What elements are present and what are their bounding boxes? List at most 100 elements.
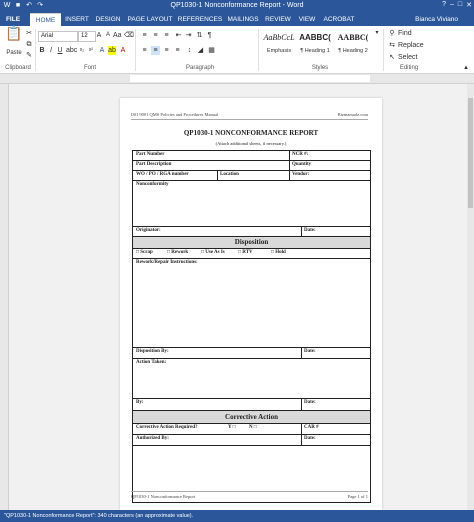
shrink-font-icon[interactable]: A [104,31,112,40]
replace-icon[interactable]: ⇆ [388,41,396,50]
wo-po-rga-label: WO / PO / RGA number [136,172,189,177]
styles-group-label: Styles [311,65,329,71]
clear-formatting-icon[interactable]: ⌫ [124,31,134,40]
tab-design[interactable]: DESIGN [93,13,123,26]
by-label: By: [136,400,144,405]
nonconformance-form: Part Number NCR #: Part Description Quan… [132,150,371,503]
font-size-select[interactable]: 12 [78,31,96,42]
sort-icon[interactable]: ⇅ [195,31,204,40]
increase-indent-icon[interactable]: ⇥ [184,31,193,40]
align-left-icon[interactable]: ≡ [140,46,149,55]
authorized-date-label: Date: [304,436,316,441]
authorized-by-label: Authorized By: [136,436,169,441]
show-marks-icon[interactable]: ¶ [205,31,214,40]
disp-option-rtv[interactable]: □ RTV [238,250,253,255]
find-icon[interactable]: ⚲ [388,29,396,38]
change-case-icon[interactable]: Aa [113,31,122,40]
action-taken-label: Action Taken: [136,360,167,365]
bullets-icon[interactable]: ≡ [140,31,149,40]
disp-option-hold[interactable]: □ Hold [271,250,286,255]
disposition-heading: Disposition [133,237,370,248]
paste-button[interactable]: Paste [4,49,24,58]
ca-yes-checkbox[interactable]: Y □ [228,425,236,430]
style-heading-1[interactable]: AABBC( ¶ Heading 1 [298,29,332,59]
italic-icon[interactable]: I [47,46,55,55]
disposition-date-label: Date: [304,349,316,354]
document-subtitle: (Attach additional sheets, if necessary.… [215,141,287,146]
tab-review[interactable]: REVIEW [263,13,293,26]
collapse-ribbon-icon[interactable]: ▲ [462,64,470,73]
originator-label: Originator: [136,228,161,233]
copy-icon[interactable]: ⧉ [25,40,33,49]
styles-more-icon[interactable]: ▾ [373,29,381,38]
tab-view[interactable]: VIEW [295,13,319,26]
bold-icon[interactable]: B [38,46,46,55]
window-title: QP1030-1 Nonconformance Report - Word [170,2,304,9]
location-label: Location [220,172,239,177]
status-text: "QP1030-1 Nonconformance Report": 340 ch… [4,513,194,519]
maximize-button[interactable]: □ [458,1,462,9]
style-name: ¶ Heading 1 [300,48,330,54]
part-description-label: Part Description [136,162,172,167]
disp-option-use-as-is[interactable]: □ Use As Is [201,250,225,255]
multilevel-list-icon[interactable]: ≡ [162,31,171,40]
align-right-icon[interactable]: ≡ [162,46,171,55]
originator-date-label: Date: [304,228,316,233]
decrease-indent-icon[interactable]: ⇤ [174,31,183,40]
ribbon-tabs: FILE HOME INSERT DESIGN PAGE LAYOUT REFE… [0,13,474,27]
superscript-icon[interactable]: x² [87,46,95,55]
find-button[interactable]: Find [398,29,428,38]
user-name[interactable]: Bianca Viviano [415,13,458,26]
tab-references[interactable]: REFERENCES [177,13,223,26]
style-sample: AaBbCcL [263,33,295,42]
replace-button[interactable]: Replace [398,41,432,50]
footer-right: Page 1 of 1 [347,494,368,499]
minimize-button[interactable]: – [450,1,454,9]
quantity-label: Quantity [292,162,312,167]
format-painter-icon[interactable]: ✎ [25,51,33,60]
borders-icon[interactable]: ▦ [207,46,216,55]
nonconformity-label: Nonconformity [136,182,169,187]
tab-acrobat[interactable]: ACROBAT [322,13,356,26]
select-icon[interactable]: ↖ [388,53,396,62]
numbering-icon[interactable]: ≡ [151,31,160,40]
style-emphasis[interactable]: AaBbCcL Emphasis [262,29,296,59]
text-effects-icon[interactable]: A [98,46,106,55]
ribbon: 📋 Paste ✂ ⧉ ✎ Clipboard Arial 12 A A Aa … [0,26,474,74]
car-label: CAR # [304,425,319,430]
highlight-icon[interactable]: ab [108,46,116,55]
vertical-ruler[interactable] [0,84,9,510]
select-button[interactable]: Select [398,53,428,62]
tab-insert[interactable]: INSERT [63,13,91,26]
font-color-icon[interactable]: A [119,46,127,55]
font-group-label: Font [83,65,96,71]
disp-option-rework[interactable]: □ Rework [167,250,188,255]
grow-font-icon[interactable]: A [95,31,103,40]
style-heading-2[interactable]: AABBC( ¶ Heading 2 [336,29,370,59]
document-page[interactable]: ISO 9001 QMS Policies and Procedures Man… [120,98,382,510]
tab-home[interactable]: HOME [30,13,61,27]
close-button[interactable]: ✕ [466,1,472,9]
justify-icon[interactable]: ≡ [173,46,182,55]
shading-icon[interactable]: ◢ [196,46,205,55]
scrollbar-thumb[interactable] [468,98,473,208]
strikethrough-icon[interactable]: abc [66,46,77,55]
part-number-label: Part Number [136,152,165,157]
vertical-scrollbar[interactable] [467,84,474,510]
ca-no-checkbox[interactable]: N □ [249,425,257,430]
align-center-icon[interactable]: ≡ [151,46,160,55]
help-icon[interactable]: ? [442,1,446,9]
tab-mailings[interactable]: MAILINGS [225,13,261,26]
horizontal-ruler[interactable] [0,74,474,84]
line-spacing-icon[interactable]: ↕ [185,46,194,55]
action-date-label: Date: [304,400,316,405]
paste-icon[interactable]: 📋 [5,26,23,47]
style-sample: AABBC( [299,33,331,42]
subscript-icon[interactable]: x₂ [78,46,86,55]
tab-page-layout[interactable]: PAGE LAYOUT [126,13,174,26]
header-left: ISO 9001 QMS Policies and Procedures Man… [131,112,219,117]
cut-icon[interactable]: ✂ [25,29,33,38]
underline-icon[interactable]: U [56,46,64,55]
font-name-select[interactable]: Arial [38,31,78,42]
disp-option-scrap[interactable]: □ Scrap [136,250,153,255]
